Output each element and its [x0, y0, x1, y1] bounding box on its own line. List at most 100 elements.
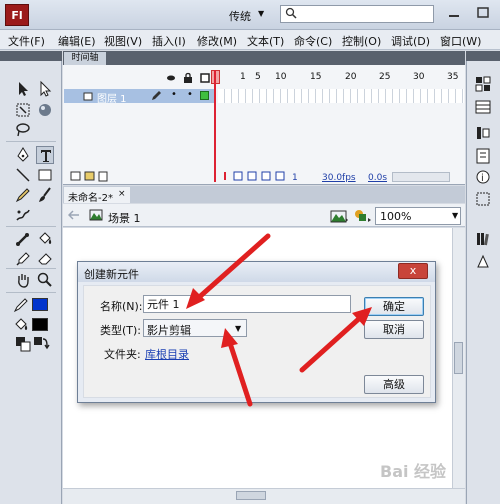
- menu-window[interactable]: 窗口(W): [440, 33, 481, 49]
- tool-divider: [6, 141, 56, 142]
- elapsed-time[interactable]: 0.0s: [368, 173, 387, 183]
- frame-number: 10: [275, 72, 287, 82]
- lasso-tool-icon[interactable]: [14, 121, 32, 139]
- line-tool-icon[interactable]: [14, 166, 32, 184]
- right-panel-header[interactable]: [466, 51, 500, 61]
- watermark: Bai 经验: [380, 462, 447, 481]
- fill-color-icon[interactable]: [12, 316, 30, 334]
- selection-tool-icon[interactable]: [14, 80, 32, 98]
- frame-number: 30: [413, 72, 425, 82]
- ok-button[interactable]: 确定: [364, 297, 424, 316]
- zoom-select[interactable]: 100%: [375, 207, 461, 225]
- tab-timeline[interactable]: 时间轴: [64, 52, 106, 65]
- pencil-edit-icon: [152, 91, 161, 100]
- frame-number: 20: [345, 72, 357, 82]
- onion-skin-icons[interactable]: [222, 170, 288, 182]
- vscroll-thumb[interactable]: [454, 342, 463, 374]
- color-palette-icon[interactable]: [474, 75, 492, 93]
- chevron-down-icon[interactable]: ▼: [452, 211, 458, 220]
- eye-icon[interactable]: [166, 73, 176, 83]
- info-panel-icon[interactable]: [474, 147, 492, 165]
- transform-panel-icon[interactable]: [474, 190, 492, 208]
- menu-view[interactable]: 视图(V): [104, 33, 142, 49]
- 3d-rotation-tool-icon[interactable]: [36, 101, 54, 119]
- properties-panel-icon[interactable]: i: [474, 168, 492, 186]
- close-tab-icon[interactable]: ×: [118, 189, 126, 199]
- hand-tool-icon[interactable]: [14, 271, 32, 289]
- tools-panel-header[interactable]: [0, 51, 62, 61]
- svg-text:i: i: [481, 173, 484, 184]
- symbol-name-input[interactable]: [143, 295, 351, 313]
- edit-scene-icon[interactable]: [330, 208, 350, 224]
- menu-modify[interactable]: 修改(M): [197, 33, 237, 49]
- layer-outline-color[interactable]: [200, 91, 209, 100]
- folder-link[interactable]: 库根目录: [145, 346, 189, 362]
- menu-insert[interactable]: 插入(I): [152, 33, 186, 49]
- layer-buttons-icon[interactable]: [70, 170, 120, 182]
- menu-debug[interactable]: 调试(D): [391, 33, 430, 49]
- help-search-input[interactable]: [280, 5, 434, 23]
- menu-text[interactable]: 文本(T): [247, 33, 284, 49]
- tool-divider: [6, 226, 56, 227]
- outline-icon[interactable]: [200, 73, 210, 83]
- menu-edit[interactable]: 编辑(E): [58, 33, 96, 49]
- pen-tool-icon[interactable]: [14, 146, 32, 164]
- frame-number: 35: [447, 72, 459, 82]
- tool-divider: [6, 292, 56, 293]
- layer-name[interactable]: 图层 1: [97, 90, 127, 105]
- zoom-tool-icon[interactable]: [36, 271, 54, 289]
- frame-rate[interactable]: 30.0fps: [322, 173, 356, 183]
- minimize-icon[interactable]: [445, 4, 463, 22]
- lock-icon[interactable]: [183, 72, 193, 83]
- flash-logo: Fl: [5, 4, 29, 26]
- workspace-switcher[interactable]: 传统: [229, 8, 251, 24]
- eraser-tool-icon[interactable]: [36, 250, 54, 268]
- lock-dot[interactable]: •: [187, 89, 193, 100]
- timeline-tab-strip: [63, 51, 465, 65]
- close-icon[interactable]: x: [398, 263, 428, 279]
- pencil-tool-icon[interactable]: [14, 186, 32, 204]
- deco-tool-icon[interactable]: [14, 206, 32, 224]
- rectangle-tool-icon[interactable]: [36, 166, 54, 184]
- frame-number: 1: [240, 72, 246, 82]
- align-panel-icon[interactable]: [474, 124, 492, 142]
- edit-symbols-icon[interactable]: [353, 208, 373, 224]
- menu-commands[interactable]: 命令(C): [294, 33, 332, 49]
- paint-bucket-tool-icon[interactable]: [36, 230, 54, 248]
- library-panel-icon[interactable]: [474, 230, 492, 248]
- timeline-hscrollbar[interactable]: [392, 172, 450, 182]
- chevron-down-icon[interactable]: ▼: [235, 324, 241, 333]
- scene-breadcrumb[interactable]: 场景 1: [108, 210, 141, 226]
- components-panel-icon[interactable]: [474, 253, 492, 271]
- swatches-icon[interactable]: [474, 98, 492, 116]
- fill-color-swatch[interactable]: [32, 318, 48, 331]
- maximize-icon[interactable]: [474, 4, 492, 22]
- hscroll-thumb[interactable]: [236, 491, 266, 500]
- menu-control[interactable]: 控制(O): [342, 33, 381, 49]
- visibility-dot[interactable]: •: [171, 89, 177, 100]
- text-tool-icon[interactable]: [36, 146, 54, 164]
- cancel-button[interactable]: 取消: [364, 320, 424, 339]
- name-label: 名称(N):: [100, 300, 143, 313]
- current-frame[interactable]: 1: [292, 173, 298, 183]
- frames-grid[interactable]: [218, 89, 464, 103]
- black-white-icon[interactable]: [14, 335, 31, 352]
- brush-tool-icon[interactable]: [36, 186, 54, 204]
- swap-colors-icon[interactable]: [32, 335, 50, 350]
- advanced-button[interactable]: 高级: [364, 375, 424, 394]
- subselection-tool-icon[interactable]: [36, 80, 54, 98]
- bone-tool-icon[interactable]: [14, 230, 32, 248]
- frame-number: 25: [379, 72, 391, 82]
- back-arrow-icon[interactable]: [68, 210, 80, 220]
- timeline-panel: [63, 65, 465, 185]
- stroke-color-icon[interactable]: [12, 296, 30, 314]
- stroke-color-swatch[interactable]: [32, 298, 48, 311]
- menu-file[interactable]: 文件(F): [8, 33, 45, 49]
- tool-divider: [6, 268, 56, 269]
- type-label: 类型(T):: [100, 324, 142, 337]
- menu-bar: 文件(F) 编辑(E) 视图(V) 插入(I) 修改(M) 文本(T) 命令(C…: [0, 30, 500, 50]
- free-transform-tool-icon[interactable]: [14, 101, 32, 119]
- symbol-type-select[interactable]: 影片剪辑: [143, 319, 247, 337]
- eyedropper-tool-icon[interactable]: [14, 250, 32, 268]
- chevron-down-icon[interactable]: ▼: [258, 9, 264, 18]
